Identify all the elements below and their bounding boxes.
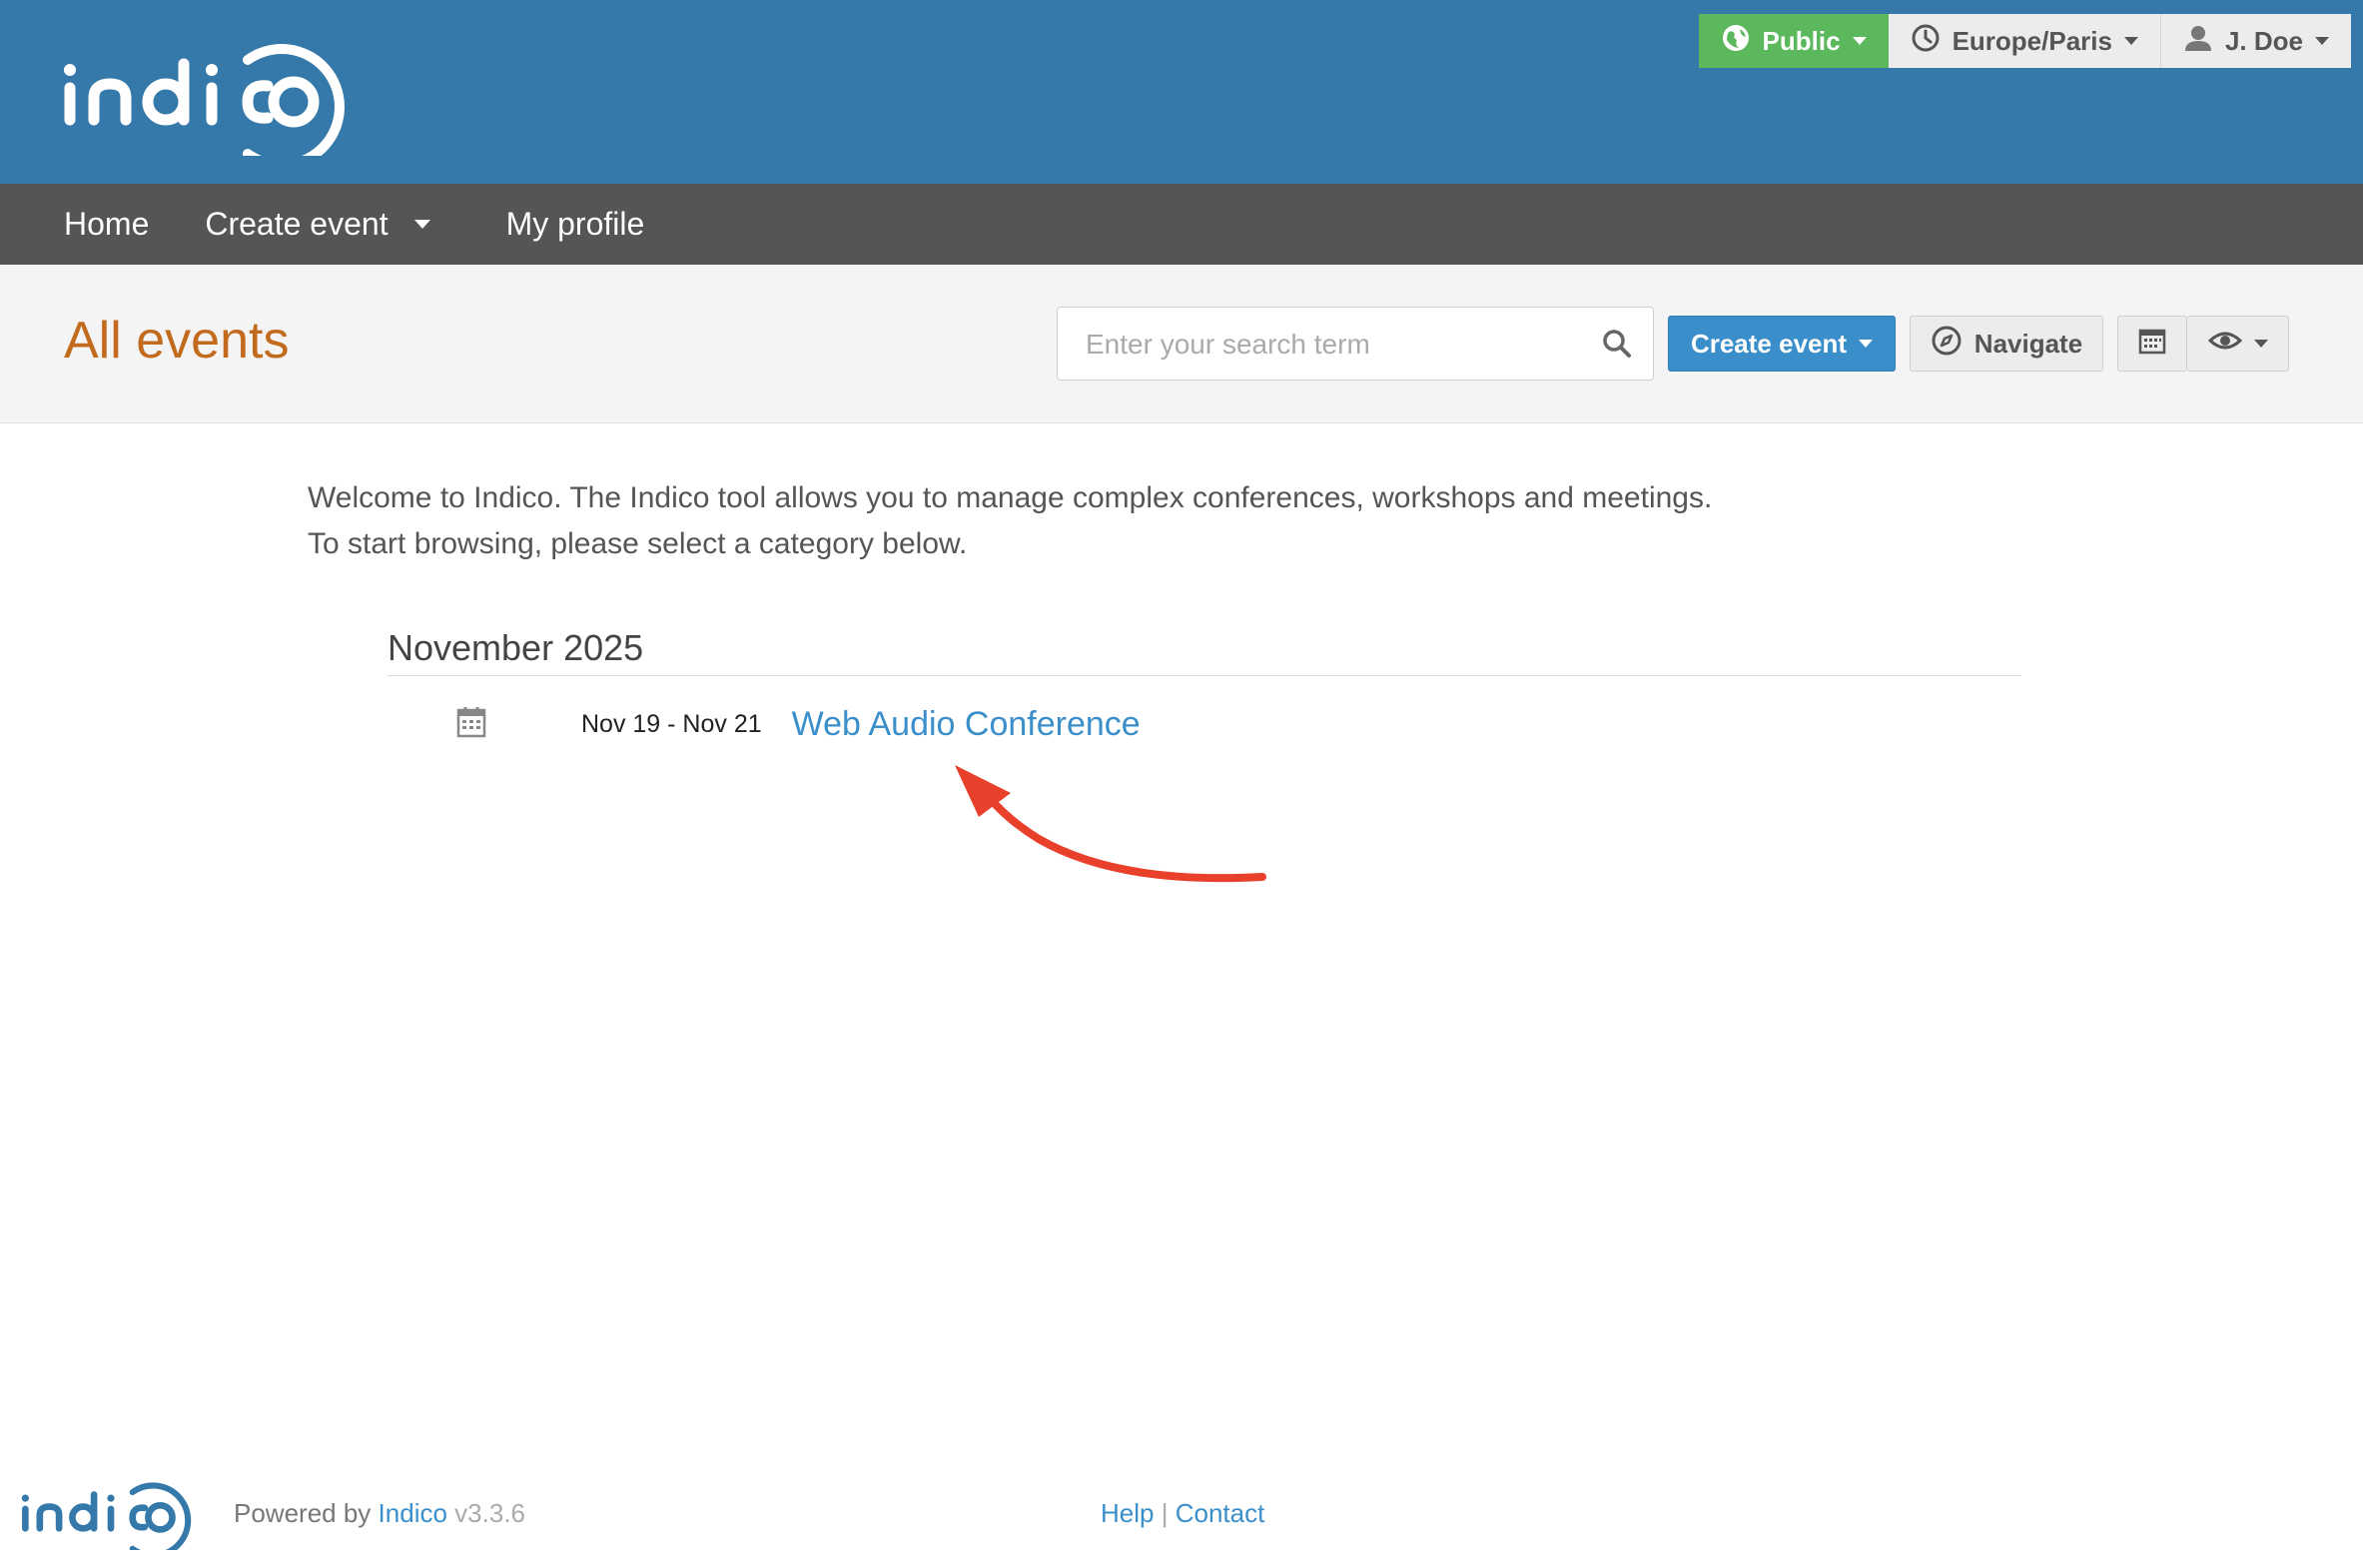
search-box — [1057, 307, 1654, 381]
timezone-label: Europe/Paris — [1952, 25, 2112, 56]
nav-item-create-event[interactable]: Create event — [189, 206, 489, 243]
chevron-down-icon — [2315, 37, 2329, 45]
chevron-down-icon — [413, 220, 430, 229]
timezone-dropdown[interactable]: Europe/Paris — [1888, 14, 2161, 68]
nav-item-label: My profile — [505, 206, 645, 242]
nav-item-my-profile[interactable]: My profile — [490, 206, 705, 243]
view-options-button[interactable] — [2187, 316, 2289, 372]
clock-icon — [1911, 23, 1941, 60]
globe-icon — [1721, 23, 1751, 60]
chevron-down-icon — [2253, 340, 2268, 348]
chevron-down-icon — [2123, 37, 2138, 45]
indico-link[interactable]: Indico — [379, 1498, 447, 1528]
user-dropdown[interactable]: J. Doe — [2160, 14, 2351, 68]
help-link[interactable]: Help — [1101, 1498, 1154, 1528]
contact-link[interactable]: Contact — [1176, 1498, 1265, 1528]
calendar-icon — [2137, 326, 2167, 363]
event-dates: Nov 19 - Nov 21 — [581, 710, 762, 738]
powered-prefix: Powered by — [234, 1498, 372, 1528]
chevron-down-icon — [1859, 340, 1874, 348]
compass-icon — [1931, 325, 1963, 364]
calendar-icon — [455, 705, 487, 744]
welcome-line: Welcome to Indico. The Indico tool allow… — [308, 481, 1713, 514]
nav-item-label: Create event — [205, 206, 389, 242]
calendar-view-button[interactable] — [2117, 316, 2187, 372]
indico-logo[interactable] — [62, 30, 362, 170]
footer-indico-logo[interactable] — [20, 1474, 202, 1559]
nav-item-label: Home — [64, 206, 150, 242]
event-link-web-audio-conference[interactable]: Web Audio Conference — [792, 705, 1141, 744]
welcome-text: Welcome to Indico. The Indico tool allow… — [308, 475, 1712, 567]
title-bar: All events Create event Navigate — [0, 265, 2363, 423]
header-bar: Public Europe/Paris J. Doe — [0, 0, 2363, 184]
nav-item-home[interactable]: Home — [0, 206, 189, 243]
month-heading: November 2025 — [388, 627, 2021, 676]
user-label: J. Doe — [2224, 25, 2303, 56]
powered-by: Powered by Indico v3.3.6 — [234, 1498, 525, 1529]
version-text: v3.3.6 — [454, 1498, 525, 1528]
eye-icon — [2207, 329, 2242, 360]
create-event-button[interactable]: Create event — [1668, 316, 1896, 372]
main-navbar: Home Create event My profile — [0, 184, 2363, 265]
search-input[interactable] — [1084, 318, 1567, 372]
footer-links: Help | Contact — [1101, 1498, 1264, 1529]
annotation-arrow-icon — [939, 749, 1278, 904]
footer-separator: | — [1161, 1498, 1169, 1528]
search-icon[interactable] — [1601, 328, 1633, 365]
privacy-dropdown[interactable]: Public — [1698, 14, 1889, 68]
navigate-label: Navigate — [1973, 328, 2083, 359]
list-item: Nov 19 - Nov 21 Web Audio Conference — [455, 705, 1141, 744]
navigate-button[interactable]: Navigate — [1910, 316, 2103, 372]
chevron-down-icon — [1852, 37, 1867, 45]
create-event-label: Create event — [1690, 328, 1848, 359]
welcome-line: To start browsing, please select a categ… — [308, 527, 968, 560]
user-icon — [2183, 23, 2213, 60]
privacy-label: Public — [1762, 25, 1841, 56]
page-title: All events — [64, 312, 290, 370]
